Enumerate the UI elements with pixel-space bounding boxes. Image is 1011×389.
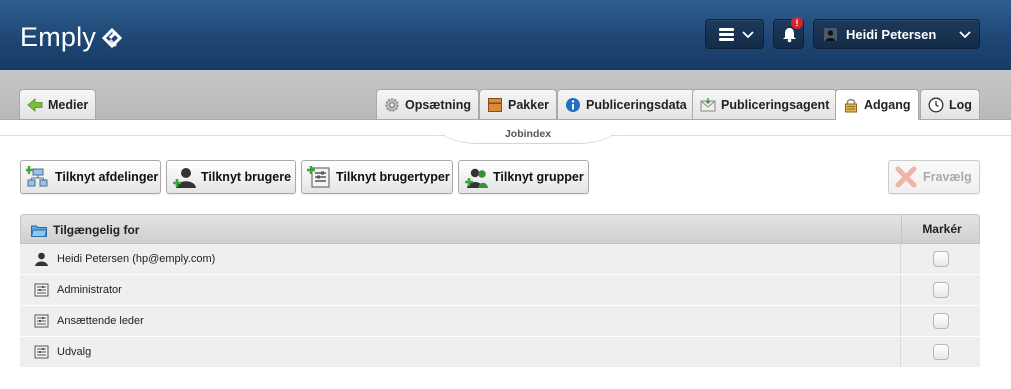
- folder-icon: [31, 225, 47, 237]
- package-icon: [488, 97, 502, 112]
- button-label: Tilknyt afdelinger: [55, 170, 159, 184]
- chevron-down-icon: [959, 31, 971, 39]
- lock-icon: [845, 98, 857, 113]
- table-row: Administrator: [20, 275, 980, 306]
- row-mark-cell: [900, 306, 981, 336]
- row-mark-cell: [900, 337, 981, 367]
- notification-badge: !: [791, 17, 803, 29]
- tab-opsaetning[interactable]: Opsætning: [376, 89, 479, 119]
- row-name: Heidi Petersen (hp@emply.com): [57, 253, 216, 265]
- user-icon: [35, 252, 48, 266]
- access-table: Tilgængelig for Markér Heidi Petersen (h…: [20, 214, 980, 368]
- emply-logo[interactable]: Emply: [20, 22, 126, 53]
- deselect-button[interactable]: Fravælg: [888, 160, 980, 194]
- header-mark: Markér: [901, 215, 982, 243]
- add-departments-button[interactable]: Tilknyt afdelinger: [20, 160, 161, 194]
- gear-icon: [385, 97, 399, 112]
- tab-label: Publiceringsagent: [721, 97, 830, 112]
- tab-label: Opsætning: [405, 97, 471, 112]
- logo-text: Emply: [20, 22, 97, 52]
- button-label: Tilknyt grupper: [493, 170, 584, 184]
- header-label: Tilgængelig for: [53, 223, 140, 237]
- row-name: Ansættende leder: [57, 315, 144, 327]
- row-name-cell: Udvalg: [34, 345, 91, 359]
- add-user-icon: [173, 168, 196, 188]
- tab-label: Log: [949, 97, 972, 112]
- add-users-button[interactable]: Tilknyt brugere: [166, 160, 296, 194]
- table-header: Tilgængelig for Markér: [20, 214, 980, 244]
- notifications-button[interactable]: !: [773, 17, 804, 49]
- subtab-bar: Jobindex: [0, 120, 1011, 144]
- tab-log[interactable]: Log: [920, 89, 980, 119]
- button-label: Tilknyt brugere: [201, 170, 292, 184]
- hamburger-icon: [719, 28, 734, 41]
- clock-icon: [928, 97, 944, 112]
- row-name-cell: Ansættende leder: [34, 314, 144, 328]
- row-name: Administrator: [57, 284, 122, 296]
- emply-logo-mark-icon: [101, 27, 123, 48]
- add-group-icon: [465, 168, 488, 188]
- table-row: Heidi Petersen (hp@emply.com): [20, 244, 980, 275]
- bell-icon: [783, 28, 796, 43]
- table-row: Udvalg: [20, 337, 980, 368]
- tab-label: Adgang: [864, 98, 911, 112]
- button-label: Fravælg: [923, 170, 972, 184]
- user-name: Heidi Petersen: [846, 27, 937, 42]
- avatar-icon: [824, 28, 837, 41]
- user-menu-button[interactable]: Heidi Petersen: [813, 19, 980, 49]
- tab-label: Medier: [48, 97, 89, 112]
- subtab-jobindex[interactable]: Jobindex: [438, 120, 618, 144]
- tab-label: Publiceringsdata: [586, 97, 687, 112]
- add-departments-icon: [26, 166, 48, 187]
- top-header: Emply ! Heidi Petersen: [0, 0, 1011, 70]
- chevron-down-icon: [742, 31, 754, 39]
- add-groups-button[interactable]: Tilknyt grupper: [458, 160, 589, 194]
- tab-pakker[interactable]: Pakker: [479, 89, 558, 119]
- info-icon: [566, 97, 580, 112]
- envelope-icon: [700, 97, 716, 111]
- main-menu-button[interactable]: [705, 19, 764, 49]
- header-available-for: Tilgængelig for: [31, 223, 139, 237]
- row-checkbox[interactable]: [933, 251, 949, 267]
- remove-x-icon: [895, 166, 917, 188]
- tab-adgang[interactable]: Adgang: [835, 89, 919, 120]
- tab-label: Pakker: [508, 97, 550, 112]
- user-type-icon: [34, 345, 49, 359]
- row-mark-cell: [900, 275, 981, 305]
- row-name: Udvalg: [57, 346, 92, 358]
- row-name-cell: Administrator: [34, 283, 122, 297]
- add-user-types-icon: [307, 166, 330, 188]
- tab-back-medier[interactable]: Medier: [19, 89, 97, 119]
- user-type-icon: [34, 314, 49, 328]
- tab-publiceringsagent[interactable]: Publiceringsagent: [692, 89, 838, 119]
- add-user-types-button[interactable]: Tilknyt brugertyper: [301, 160, 453, 194]
- row-checkbox[interactable]: [933, 344, 949, 360]
- tab-publiceringsdata[interactable]: Publiceringsdata: [557, 89, 695, 119]
- row-name-cell: Heidi Petersen (hp@emply.com): [34, 252, 215, 266]
- button-label: Tilknyt brugertyper: [336, 170, 450, 184]
- arrow-left-icon: [27, 97, 43, 112]
- row-mark-cell: [900, 244, 981, 274]
- row-checkbox[interactable]: [933, 282, 949, 298]
- row-checkbox[interactable]: [933, 313, 949, 329]
- tab-strip: Medier Opsætning Pakker Publiceringsdata…: [0, 70, 1011, 120]
- user-type-icon: [34, 283, 49, 297]
- table-row: Ansættende leder: [20, 306, 980, 337]
